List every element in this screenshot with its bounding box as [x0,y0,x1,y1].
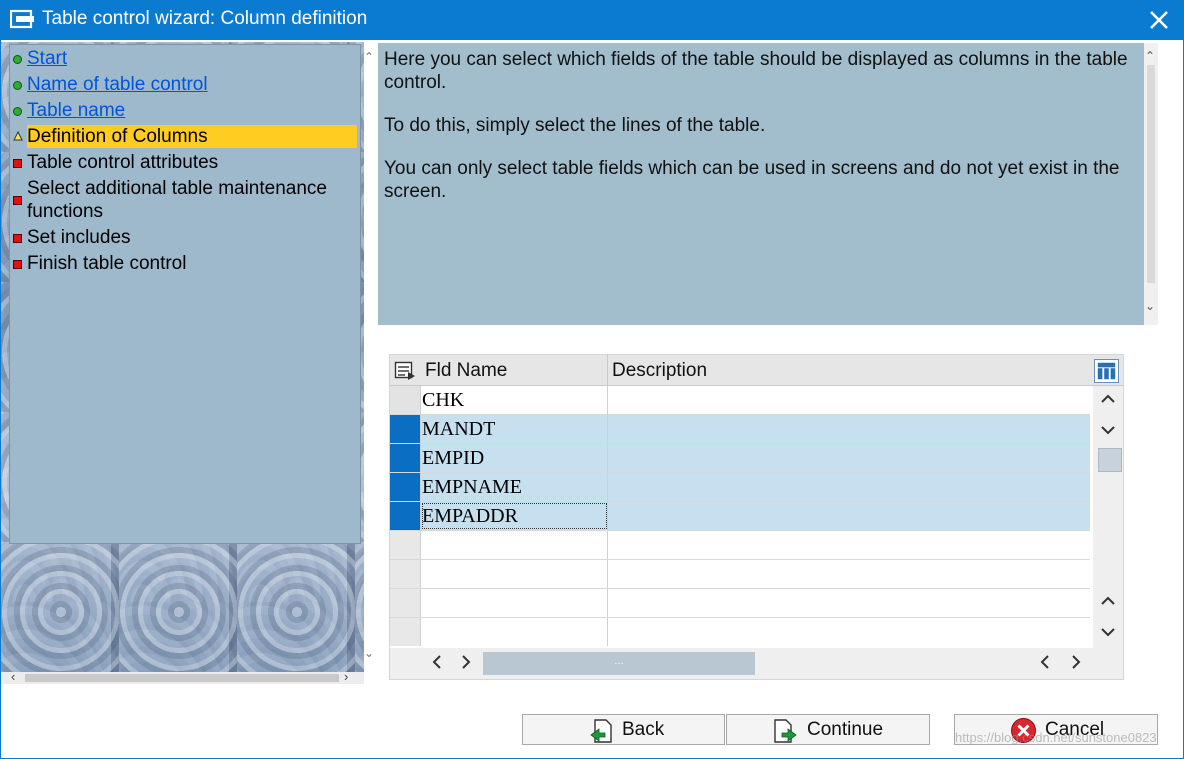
scroll-page-up-icon[interactable] [1099,390,1117,408]
scrollbar-thumb[interactable] [25,674,339,682]
step-label: Finish table control [27,253,187,274]
scroll-column-right-icon[interactable] [1067,653,1085,671]
field-name-cell[interactable]: CHK [421,386,608,414]
field-name-cell[interactable] [421,560,608,588]
step-done-icon [13,107,22,116]
field-name-cell[interactable] [421,589,608,617]
scroll-down-icon[interactable] [1099,623,1117,641]
help-paragraph: Here you can select which fields of the … [384,49,1128,93]
scroll-down-icon[interactable]: ⌄ [1145,299,1155,313]
help-paragraph: You can only select table fields which c… [384,158,1120,202]
scroll-right-icon[interactable]: › [344,669,348,684]
step-label[interactable]: Name of table control [27,73,357,96]
step-label: Select additional table maintenance func… [27,178,327,222]
scrollbar-thumb[interactable] [1098,448,1122,472]
scrollbar-thumb[interactable] [1147,65,1155,283]
row-selector[interactable] [390,502,421,530]
help-text-panel: Here you can select which fields of the … [378,43,1144,325]
description-cell[interactable] [608,415,1090,443]
help-text-scrollbar[interactable]: ⌃ ⌄ [1144,43,1158,325]
app-icon [10,9,34,29]
field-name-cell[interactable]: EMPID [421,444,608,472]
wizard-steps-list: Start Name of table control Table name D… [9,44,361,544]
step-label: Definition of Columns [27,125,357,148]
step-pending-icon [13,260,22,269]
column-header-description[interactable]: Description [612,360,707,382]
row-selector[interactable] [390,415,421,443]
field-name-cell[interactable] [421,531,608,559]
description-cell[interactable] [608,560,1090,588]
back-icon [590,719,612,743]
table-header: Fld Name Description [390,355,1123,386]
table-row[interactable]: MANDT [390,415,1090,444]
row-selector[interactable] [390,560,421,588]
column-header-fld-name[interactable]: Fld Name [425,360,507,382]
scrollbar-thumb[interactable]: … [483,652,755,675]
table-row[interactable]: EMPNAME [390,473,1090,502]
description-cell[interactable] [608,502,1090,530]
field-name-cell[interactable]: EMPADDR [421,502,608,530]
description-cell[interactable] [608,444,1090,472]
column-divider[interactable] [607,355,608,386]
step-pending-icon [13,159,22,168]
scroll-up-icon[interactable] [1099,592,1117,610]
step-done-icon [13,81,22,90]
left-scroll-down-icon[interactable]: ⌄ [364,646,374,660]
step-label[interactable]: Start [27,47,357,70]
scroll-page-down-icon[interactable] [1099,421,1117,439]
help-paragraph: To do this, simply select the lines of t… [384,115,766,136]
continue-icon [774,719,797,743]
wizard-steps-pane: Start Name of table control Table name D… [1,42,364,672]
step-pending-icon [13,196,22,205]
select-all-icon[interactable] [394,361,416,381]
field-name-cell[interactable] [421,618,608,646]
description-cell[interactable] [608,386,1090,414]
field-name-cell[interactable]: EMPNAME [421,473,608,501]
table-row[interactable]: EMPID [390,444,1090,473]
row-selector[interactable] [390,589,421,617]
scroll-left-icon[interactable] [428,653,446,671]
table-row[interactable] [390,618,1090,648]
step-current-icon [13,131,23,141]
left-scroll-up-icon[interactable]: ⌃ [364,50,374,64]
table-row[interactable] [390,560,1090,589]
table-row[interactable]: CHK [390,386,1090,415]
table-horizontal-scrollbar[interactable]: … [390,648,1123,679]
step-label: Table control attributes [27,152,219,173]
description-cell[interactable] [608,618,1090,646]
scroll-column-left-icon[interactable] [1036,653,1054,671]
row-selector[interactable] [390,473,421,501]
row-selector[interactable] [390,531,421,559]
continue-button[interactable]: Continue [726,714,930,745]
description-cell[interactable] [608,531,1090,559]
close-icon[interactable] [1146,7,1172,33]
window-titlebar: Table control wizard: Column definition [0,0,1184,40]
description-cell[interactable] [608,589,1090,617]
field-name-cell[interactable]: MANDT [421,415,608,443]
row-selector[interactable] [390,444,421,472]
step-label: Set includes [27,227,131,248]
continue-label: Continue [807,719,884,740]
step-done-icon [13,55,22,64]
left-horizontal-scrollbar[interactable]: ‹ › [1,669,364,684]
step-pending-icon [13,234,22,243]
back-button[interactable]: Back [522,714,725,745]
window-title: Table control wizard: Column definition [42,8,368,29]
fields-table: Fld Name Description CHK MANDT EMPID EMP… [389,354,1124,680]
step-label[interactable]: Table name [27,99,357,122]
scroll-up-icon[interactable]: ⌃ [1145,49,1155,63]
scroll-left-icon[interactable]: ‹ [11,669,15,684]
row-selector[interactable] [390,386,421,414]
table-settings-icon[interactable] [1094,359,1119,383]
table-row[interactable]: EMPADDR [390,502,1090,531]
row-selector[interactable] [390,618,421,646]
table-row[interactable] [390,531,1090,560]
back-label: Back [622,719,665,740]
table-row[interactable] [390,589,1090,618]
scroll-right-icon[interactable] [457,653,475,671]
watermark: https://blog.csdn.net/sunstone0823 [955,730,1157,745]
table-vertical-scrollbar[interactable] [1093,386,1123,648]
description-cell[interactable] [608,473,1090,501]
